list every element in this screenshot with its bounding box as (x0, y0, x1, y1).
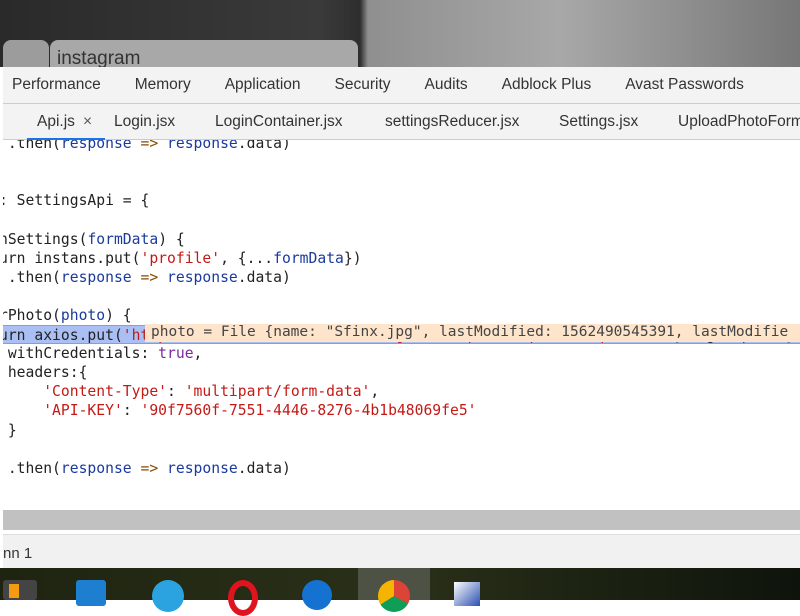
code-token: , (370, 383, 380, 401)
code-token: 'profile' (140, 249, 221, 267)
opera-icon[interactable] (228, 580, 258, 616)
code-token: : (167, 383, 185, 401)
code-token: .data) (237, 140, 291, 152)
code-token: }) (343, 249, 362, 267)
file-tab-login-container[interactable]: LoginContainer.jsx (215, 113, 343, 131)
code-token: 'Content-Type' (43, 383, 168, 401)
code-token: rPhoto( (3, 306, 61, 324)
code-editor[interactable]: .then(response => response.data) } 'API-… (3, 140, 800, 510)
code-token: formData (87, 230, 159, 248)
edge-icon[interactable] (302, 580, 332, 610)
close-icon[interactable]: × (83, 113, 92, 131)
tab-avast-passwords[interactable]: Avast Passwords (625, 76, 744, 94)
code-token: response (167, 140, 238, 152)
code-token: nSettings( (3, 230, 88, 248)
code-token: .data) (237, 268, 291, 286)
code-token: ) { (105, 306, 132, 324)
code-line: headers:{ (3, 363, 88, 382)
tab-adblock-plus[interactable]: Adblock Plus (502, 76, 592, 94)
browser-tab[interactable] (3, 40, 49, 70)
file-tab-settings[interactable]: Settings.jsx (559, 113, 638, 131)
image-app-icon[interactable] (454, 582, 480, 606)
code-line: urn instans.put('profile', {...formData}… (3, 249, 362, 268)
code-token: } (7, 421, 17, 439)
code-line: : SettingsApi = { (3, 191, 149, 210)
code-token: urn axios.put( (3, 327, 123, 344)
taskbar (0, 568, 800, 616)
code-token: => (131, 140, 168, 152)
file-tab-api-js[interactable]: Api.js (37, 113, 75, 131)
inline-debug-value: photo = File {name: "Sfinx.jpg", lastMod… (145, 324, 800, 342)
code-token: response (60, 268, 132, 286)
vscode-icon[interactable] (76, 580, 106, 606)
code-token: photo (60, 306, 106, 324)
horizontal-scrollbar[interactable] (3, 510, 800, 532)
file-tab-settings-reducer[interactable]: settingsReducer.jsx (385, 113, 519, 131)
code-line: } (3, 421, 17, 440)
code-token: : (122, 402, 141, 420)
chrome-icon[interactable] (378, 580, 410, 612)
file-tab-upload-photo-form[interactable]: UploadPhotoForm (678, 113, 800, 131)
code-token: , {... (220, 249, 274, 267)
devtools-panel-tabs: Performance Memory Application Security … (3, 67, 800, 104)
code-line: rPhoto(photo) { (3, 306, 132, 325)
browser-tab-title: instagram (57, 48, 141, 69)
cursor-position: nn 1 (3, 545, 33, 562)
tab-memory[interactable]: Memory (135, 76, 191, 94)
code-line: .then(response => response.data) (3, 459, 291, 478)
code-token: '90f7560f-7551-4446-8276-4b1b48069fe5' (140, 402, 477, 420)
code-token: 'multipart/form-data' (184, 383, 371, 401)
code-line: .then(response => response.data) (3, 140, 291, 153)
code-line: 'API-KEY': '90f7560f-7551-4446-8276-4b1b… (3, 401, 477, 420)
code-token: .then( (3, 140, 61, 152)
code-token: true (158, 345, 194, 363)
status-bar: nn 1 (3, 534, 800, 568)
tab-audits[interactable]: Audits (425, 76, 468, 94)
tab-performance[interactable]: Performance (12, 76, 101, 94)
sublime-icon[interactable] (3, 580, 37, 600)
code-token: response (60, 140, 132, 152)
code-token: formData (273, 249, 344, 267)
code-token: , (193, 345, 203, 363)
code-line: 'Content-Type': 'multipart/form-data', (3, 382, 379, 401)
code-token: : SettingsApi = { (3, 192, 150, 210)
code-token: .data) (237, 459, 291, 477)
code-token: ) { (158, 230, 185, 248)
code-token: response (167, 459, 238, 477)
file-tab-login[interactable]: Login.jsx (114, 113, 175, 131)
code-token: withCredentials: (3, 345, 159, 363)
code-token: 'API-KEY' (43, 402, 123, 420)
telegram-icon[interactable] (152, 580, 184, 612)
code-token: => (131, 459, 168, 477)
code-token: response (167, 268, 238, 286)
code-line: withCredentials: true, (3, 344, 203, 363)
code-token: headers:{ (3, 364, 88, 382)
tab-security[interactable]: Security (335, 76, 391, 94)
code-token: .then( (3, 268, 61, 286)
code-line: nSettings(formData) { (3, 230, 185, 249)
tab-application[interactable]: Application (225, 76, 301, 94)
code-line: .then(response => response.data) (3, 268, 291, 287)
code-token: .then( (3, 459, 61, 477)
browser-tab-instagram[interactable]: instagram (50, 40, 358, 70)
code-token: response (60, 459, 132, 477)
code-token: => (131, 268, 168, 286)
code-token: urn instans.put( (3, 249, 141, 267)
file-tabs: Api.js × Login.jsx LoginContainer.jsx se… (3, 104, 800, 141)
